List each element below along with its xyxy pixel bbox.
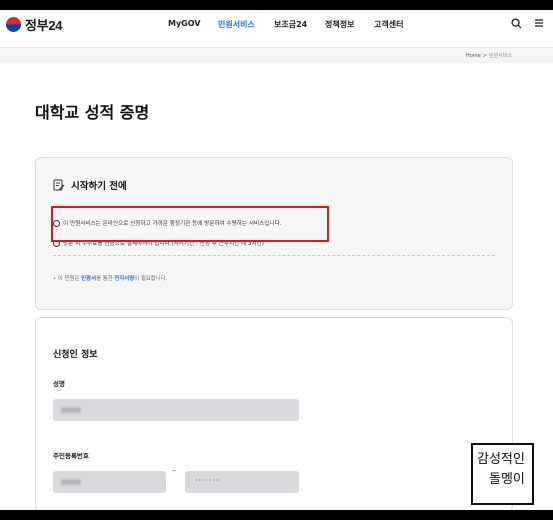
rrn-label: 주민등록번호: [53, 452, 89, 460]
before-start-title: 시작하기 전에: [71, 181, 127, 192]
note-prefix: • 이 민원은: [53, 276, 82, 282]
applicant-info-title: 신청인 정보: [53, 350, 98, 360]
rrn-front-field[interactable]: [53, 471, 166, 493]
note-certificate: 인증서: [81, 276, 97, 282]
page: 정부24 MyGOV 민원서비스 보조금24 정책정보 고객센터 Home > 민원…: [0, 10, 553, 510]
checklist-edit-icon: [53, 179, 65, 191]
note-suffix: 이 필요합니다.: [134, 276, 168, 282]
highlight-box: [51, 206, 329, 242]
note-e-signature: 전자서명: [114, 276, 135, 282]
nav-item-civil-service[interactable]: 민원서비스: [218, 19, 255, 30]
search-icon[interactable]: [511, 18, 522, 29]
applicant-info-panel: 신청인 정보 성명 주민등록번호 ·······: [35, 317, 513, 510]
breadcrumb-home[interactable]: Home: [466, 53, 481, 59]
breadcrumb-separator: >: [482, 53, 487, 59]
signature-watermark: 감성적인 돌멩이: [471, 443, 534, 505]
signature-line-2: 돌멩이: [489, 472, 525, 487]
nav-item-policy-info[interactable]: 정책정보: [325, 19, 354, 30]
signature-requirement-note: • 이 민원은 인증서를 통한 전자서명이 필요합니다.: [53, 274, 167, 282]
rrn-back-field[interactable]: ·······: [185, 471, 299, 493]
breadcrumb-bar: Home > 민원서비스: [0, 47, 553, 63]
main-nav: MyGOV 민원서비스 보조금24 정책정보 고객센터: [0, 19, 553, 31]
nav-item-customer-center[interactable]: 고객센터: [374, 19, 403, 30]
nav-item-subsidy24[interactable]: 보조금24: [274, 19, 307, 30]
name-label: 성명: [53, 380, 65, 388]
page-title: 대학교 성적 증명: [35, 103, 150, 122]
blurred-value: [61, 407, 81, 413]
breadcrumb: Home > 민원서비스: [466, 52, 512, 59]
site-header: 정부24 MyGOV 민원서비스 보조금24 정책정보 고객센터: [0, 10, 553, 38]
menu-icon[interactable]: [534, 18, 544, 28]
name-field[interactable]: [53, 399, 299, 421]
signature-line-1: 감성적인: [477, 452, 525, 467]
before-start-header: 시작하기 전에: [53, 178, 127, 192]
note-mid: 를 통한: [96, 276, 115, 282]
blurred-value: [61, 479, 81, 485]
nav-item-mygov[interactable]: MyGOV: [168, 19, 201, 28]
before-start-panel: 시작하기 전에 이 민원서비스는 온라인으로 신청하고 가까운 행정기관 등에 …: [35, 157, 513, 310]
masked-value: ·······: [195, 476, 220, 485]
divider: [53, 255, 495, 256]
breadcrumb-current[interactable]: 민원서비스: [489, 53, 512, 59]
rrn-separator: –: [172, 466, 176, 475]
